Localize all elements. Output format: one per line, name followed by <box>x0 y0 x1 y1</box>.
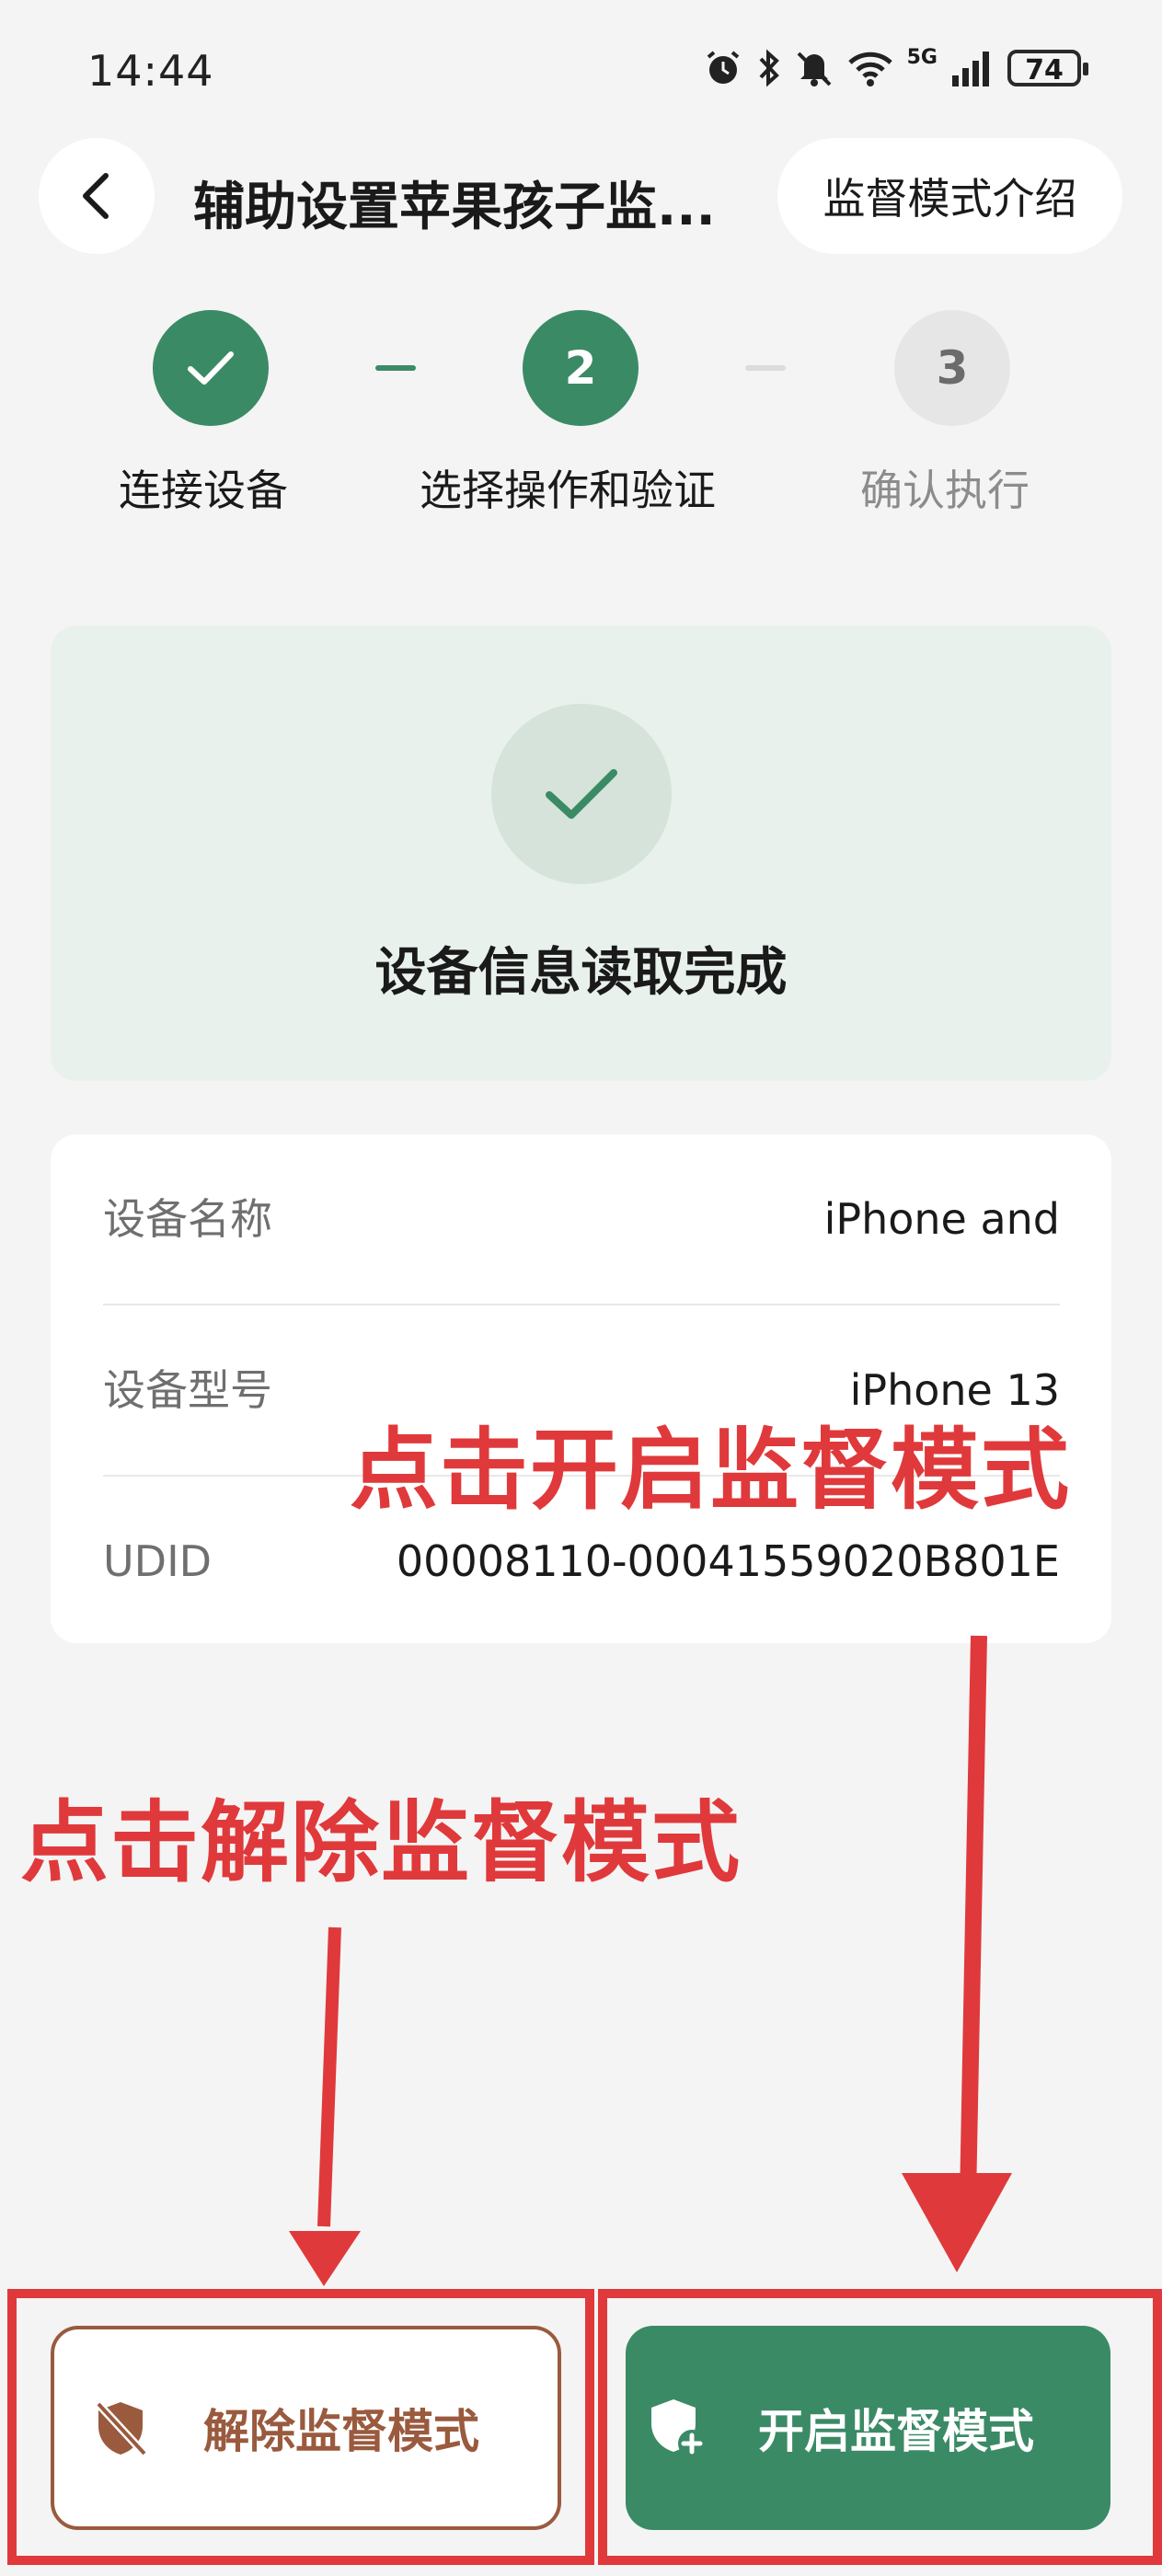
shield-plus-icon <box>651 2399 706 2457</box>
arrow-to-enable-button <box>902 1635 1012 2272</box>
arrow-to-release-button <box>289 1926 361 2286</box>
enable-supervision-button[interactable]: 开启监督模式 <box>626 2326 1110 2530</box>
shield-off-icon <box>95 2400 148 2457</box>
enable-button-label: 开启监督模式 <box>758 2405 1034 2458</box>
release-supervision-button[interactable]: 解除监督模式 <box>51 2326 561 2530</box>
release-button-label: 解除监督模式 <box>203 2405 479 2458</box>
annotation-arrows <box>289 1635 1012 2286</box>
